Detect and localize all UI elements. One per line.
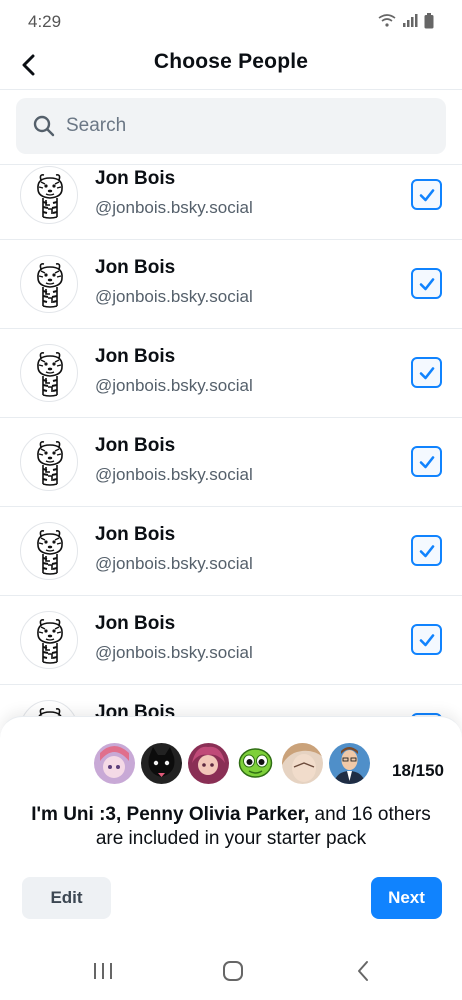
search-icon <box>33 115 55 137</box>
person-handle: @jonbois.bsky.social <box>95 287 253 306</box>
recent-apps-icon <box>94 963 112 979</box>
tiger-avatar-icon <box>37 619 63 664</box>
starter-pack-summary-sheet: 18/150 I'm Uni :3, Penny Olivia Parker, … <box>0 716 462 942</box>
tiger-avatar-icon <box>37 530 63 575</box>
tiger-avatar-icon <box>37 352 63 397</box>
check-icon <box>419 188 434 201</box>
header: Choose People <box>0 42 462 90</box>
selected-avatars <box>94 743 370 784</box>
select-checkbox[interactable] <box>411 446 442 477</box>
select-checkbox[interactable] <box>411 357 442 388</box>
status-time: 4:29 <box>28 12 62 31</box>
home-button[interactable] <box>218 958 248 984</box>
check-icon <box>419 277 434 290</box>
check-icon <box>419 455 434 468</box>
avatar <box>20 433 78 491</box>
person-handle: @jonbois.bsky.social <box>95 376 253 395</box>
recent-apps-button[interactable] <box>88 958 118 984</box>
check-icon <box>419 366 434 379</box>
avatar <box>235 743 276 784</box>
select-checkbox[interactable] <box>411 624 442 655</box>
back-arrow-icon <box>358 961 368 981</box>
person-name: Jon Bois <box>95 435 176 456</box>
avatar <box>20 166 78 224</box>
person-name: Jon Bois <box>95 257 176 278</box>
avatar <box>20 344 78 402</box>
status-icons <box>378 13 434 29</box>
selected-count: 18/150 <box>392 761 444 780</box>
status-bar: 4:29 <box>0 0 462 42</box>
list-item[interactable]: Jon Bois @jonbois.bsky.social <box>0 165 462 240</box>
signal-icon <box>403 14 418 27</box>
select-checkbox[interactable] <box>411 535 442 566</box>
search-bar[interactable] <box>16 98 446 154</box>
avatar <box>20 611 78 669</box>
select-checkbox[interactable] <box>411 268 442 299</box>
summary-names: I'm Uni :3, Penny Olivia Parker, <box>31 804 310 825</box>
list-item[interactable]: Jon Bois @jonbois.bsky.social <box>0 329 462 418</box>
avatar <box>141 743 182 784</box>
person-name: Jon Bois <box>95 346 176 367</box>
back-nav-button[interactable] <box>348 958 378 984</box>
people-list[interactable]: Jon Bois @jonbois.bsky.social Jon Bois @jon… <box>0 164 462 720</box>
person-handle: @jonbois.bsky.social <box>95 643 253 662</box>
check-icon <box>419 544 434 557</box>
search-input[interactable] <box>66 98 426 154</box>
avatar <box>94 743 135 784</box>
avatar <box>188 743 229 784</box>
list-item[interactable]: Jon Bois @jonbois.bsky.social <box>0 418 462 507</box>
select-checkbox[interactable] <box>411 179 442 210</box>
list-item[interactable]: Jon Bois@jonbois.bsky.social <box>0 685 462 720</box>
summary-others: and 16 others <box>309 804 431 825</box>
edit-button[interactable]: Edit <box>22 877 111 919</box>
person-handle: @jonbois.bsky.social <box>95 554 253 573</box>
summary-text: I'm Uni :3, Penny Olivia Parker, and 16 … <box>10 803 452 851</box>
tiger-avatar-icon <box>37 263 63 308</box>
avatar <box>282 743 323 784</box>
list-item[interactable]: Jon Bois @jonbois.bsky.social <box>0 240 462 329</box>
page-title: Choose People <box>153 50 309 73</box>
next-button[interactable]: Next <box>371 877 442 919</box>
tiger-avatar-icon <box>37 174 63 219</box>
check-icon <box>419 633 434 646</box>
wifi-icon <box>378 14 396 27</box>
system-nav-bar <box>0 942 462 1000</box>
tiger-avatar-icon <box>37 441 63 486</box>
list-item[interactable]: Jon Bois @jonbois.bsky.social <box>0 507 462 596</box>
person-handle: @jonbois.bsky.social <box>95 198 253 217</box>
person-name: Jon Bois <box>95 524 176 545</box>
person-handle: @jonbois.bsky.social <box>95 465 253 484</box>
home-icon <box>223 961 243 981</box>
person-name: Jon Bois <box>95 613 176 634</box>
battery-icon <box>424 13 434 29</box>
person-name: Jon Bois <box>95 168 176 189</box>
list-item[interactable]: Jon Bois @jonbois.bsky.social <box>0 596 462 685</box>
summary-suffix: are included in your starter pack <box>95 828 367 849</box>
avatar <box>20 255 78 313</box>
avatar <box>329 743 370 784</box>
avatar <box>20 522 78 580</box>
